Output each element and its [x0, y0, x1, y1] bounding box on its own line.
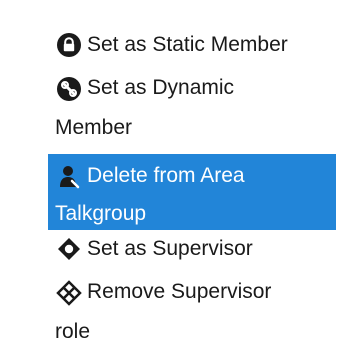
- lock-icon: [56, 32, 82, 58]
- menu-item-set-dynamic-member[interactable]: Set as Dynamic Member: [48, 70, 336, 144]
- menu-item-label: Delete from Area: [87, 164, 245, 187]
- context-menu: Set as Static Member Set as Dynamic Memb…: [0, 0, 339, 357]
- menu-item-label: Remove Supervisor: [87, 280, 272, 303]
- supervisor-star-icon: [56, 236, 82, 262]
- menu-item-label: Set as Static Member: [87, 33, 288, 56]
- remove-supervisor-icon: [56, 280, 82, 306]
- person-remove-icon: [56, 163, 82, 189]
- menu-item-label-continued: Talkgroup: [55, 202, 147, 225]
- menu-item-label-continued: role: [55, 320, 91, 343]
- menu-item-label-continued: Member: [55, 116, 133, 139]
- menu-item-set-static-member[interactable]: Set as Static Member: [48, 28, 336, 62]
- menu-item-label: Set as Supervisor: [87, 237, 253, 260]
- menu-item-delete-from-area-talkgroup[interactable]: Delete from Area Talkgroup: [48, 154, 336, 230]
- menu-item-label: Set as Dynamic: [87, 76, 235, 99]
- wrench-gear-icon: [56, 76, 82, 102]
- menu-item-set-as-supervisor[interactable]: Set as Supervisor: [48, 230, 336, 268]
- menu-item-remove-supervisor-role[interactable]: Remove Supervisor role: [48, 270, 336, 354]
